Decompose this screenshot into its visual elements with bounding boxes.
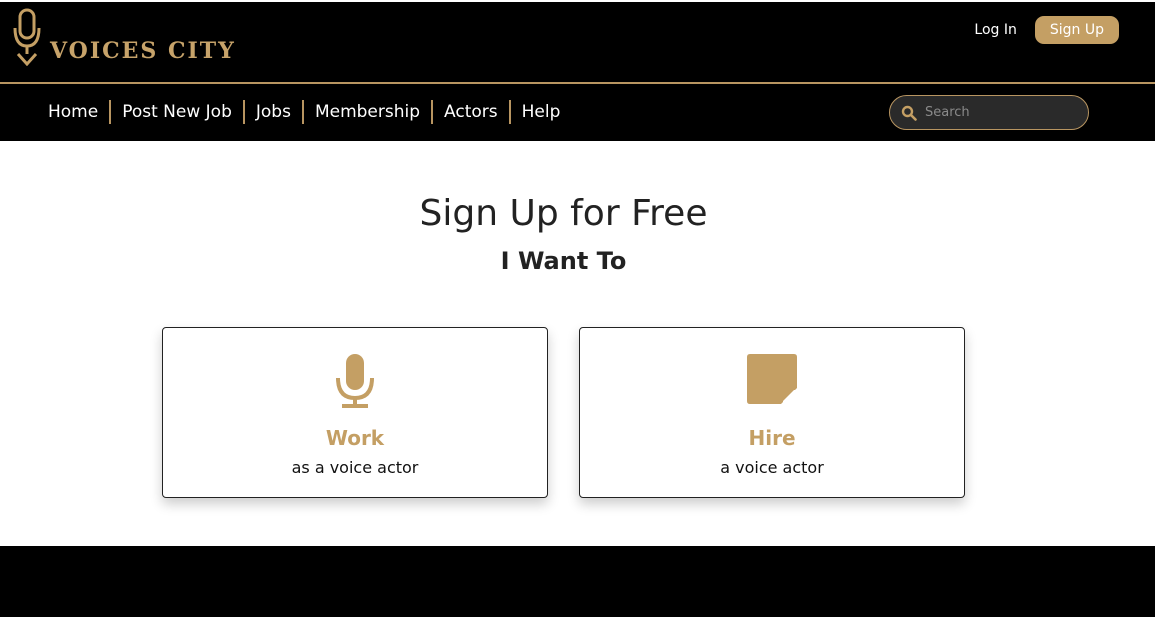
nav-item-post-new-job[interactable]: Post New Job bbox=[111, 100, 245, 124]
signup-button[interactable]: Sign Up bbox=[1034, 16, 1119, 44]
hire-option-card[interactable]: Hire a voice actor bbox=[579, 327, 965, 498]
main-nav: Home Post New Job Jobs Membership Actors… bbox=[0, 84, 1155, 141]
sticky-note-icon bbox=[747, 354, 797, 404]
auth-links: Log In Sign Up bbox=[974, 16, 1119, 44]
card-icon-wrap bbox=[580, 354, 964, 409]
nav-item-actors[interactable]: Actors bbox=[433, 100, 511, 124]
brand-name: VOICES CITY bbox=[50, 38, 236, 64]
search-icon[interactable] bbox=[901, 105, 917, 121]
nav-item-help[interactable]: Help bbox=[511, 100, 572, 124]
login-link[interactable]: Log In bbox=[974, 22, 1016, 38]
work-option-card[interactable]: Work as a voice actor bbox=[162, 327, 548, 498]
main-content: Sign Up for Free I Want To Work as a voi… bbox=[0, 141, 1155, 546]
search-box[interactable] bbox=[889, 95, 1089, 130]
nav-item-membership[interactable]: Membership bbox=[304, 100, 434, 124]
top-header: VOICES CITY Log In Sign Up bbox=[0, 0, 1155, 82]
logo-microphone-icon bbox=[13, 8, 41, 66]
page-title: Sign Up for Free bbox=[419, 193, 708, 234]
page-subtitle: I Want To bbox=[500, 247, 627, 275]
nav-item-home[interactable]: Home bbox=[37, 100, 112, 124]
microphone-icon bbox=[336, 354, 374, 408]
card-subtitle: as a voice actor bbox=[291, 458, 419, 477]
card-icon-wrap bbox=[163, 354, 547, 409]
brand-logo[interactable]: VOICES CITY bbox=[10, 4, 236, 66]
nav-item-jobs[interactable]: Jobs bbox=[245, 100, 304, 124]
card-subtitle: a voice actor bbox=[720, 458, 824, 477]
footer bbox=[0, 546, 1155, 617]
nav-menu: Home Post New Job Jobs Membership Actors… bbox=[37, 100, 571, 124]
search-input[interactable] bbox=[925, 105, 1075, 120]
card-title: Work bbox=[325, 426, 385, 450]
card-title: Hire bbox=[748, 426, 796, 450]
